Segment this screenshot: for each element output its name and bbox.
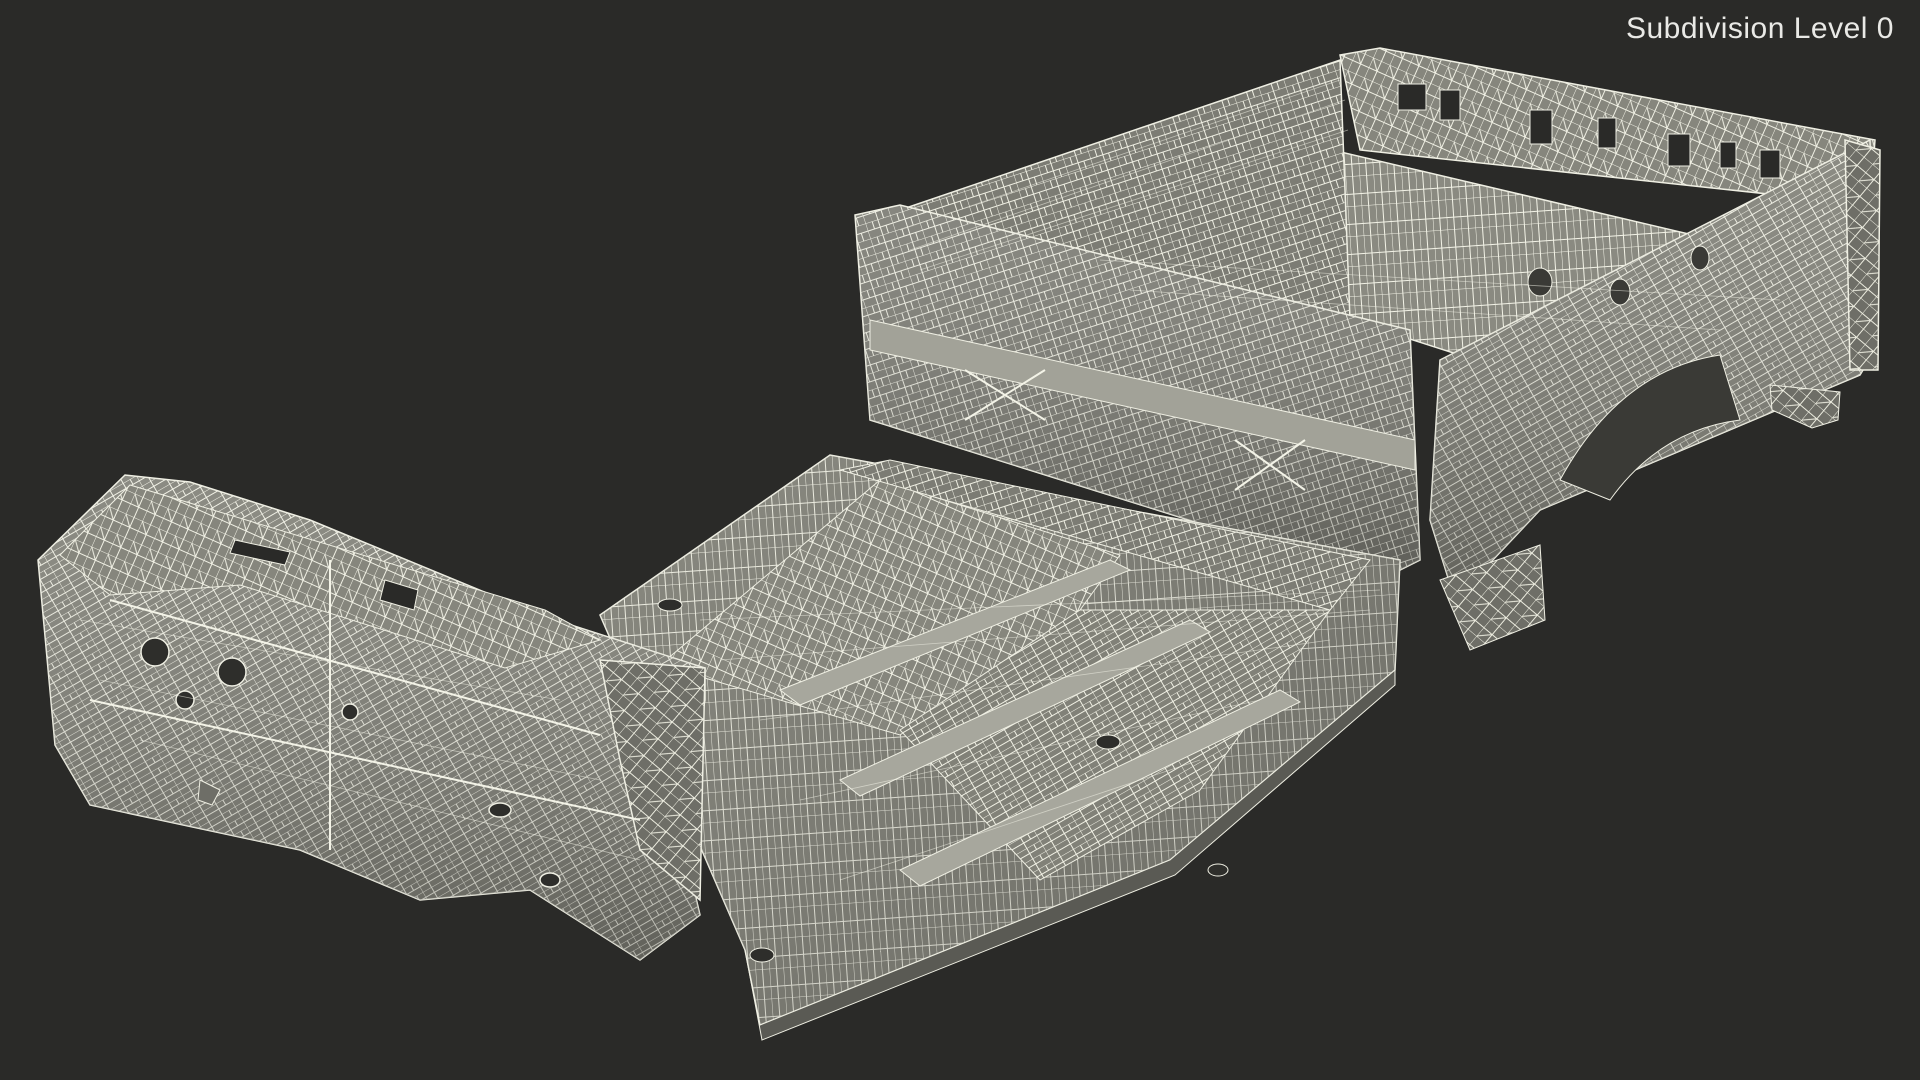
cab-floor-pan: [599, 454, 1401, 1041]
wireframe-render: [37, 47, 1881, 1041]
render-viewport: Subdivision Level 0: [0, 0, 1920, 1080]
firewall-assembly: [37, 474, 706, 961]
subdivision-level-label: Subdivision Level 0: [1625, 12, 1894, 45]
